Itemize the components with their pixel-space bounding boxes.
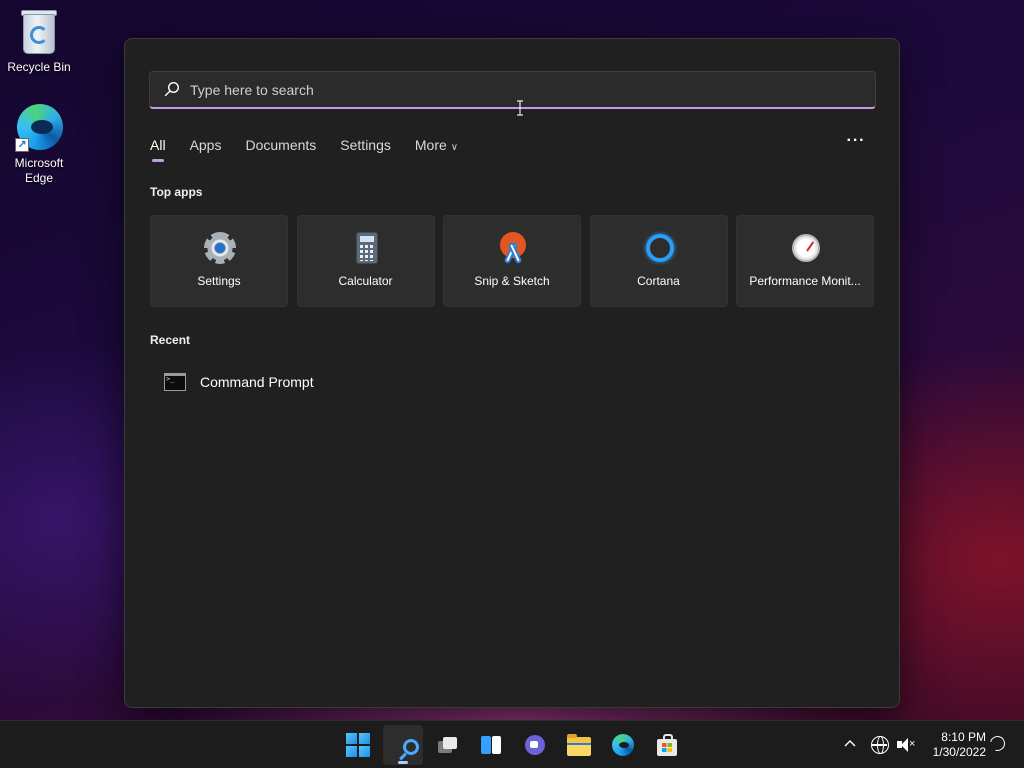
recent-list: Command Prompt: [150, 363, 877, 401]
tab-apps[interactable]: Apps: [190, 136, 222, 162]
app-tile-cortana[interactable]: Cortana: [589, 215, 728, 307]
recycle-bin-icon: [15, 8, 63, 56]
tab-label: All: [150, 137, 166, 153]
focus-assist-moon-icon[interactable]: [987, 733, 1008, 754]
desktop-icon-microsoft-edge[interactable]: ↗ Microsoft Edge: [1, 104, 77, 186]
tab-documents[interactable]: Documents: [245, 136, 316, 162]
search-icon: [164, 81, 180, 97]
search-box[interactable]: [149, 71, 876, 116]
taskbar-file-explorer-button[interactable]: [559, 725, 599, 765]
search-flyout: All Apps Documents Settings More∨ ··· To…: [124, 38, 900, 708]
teams-chat-icon: [523, 733, 547, 757]
app-tile-label: Settings: [197, 274, 241, 288]
edge-icon: [611, 733, 635, 757]
search-filter-tabs: All Apps Documents Settings More ∨: [150, 136, 482, 164]
tab-more[interactable]: More ∨: [415, 136, 458, 162]
command-prompt-icon: [164, 373, 186, 391]
desktop-icon-label: Recycle Bin: [7, 60, 71, 74]
top-apps-list: Settings Calculator Snip & Sketch Cortan…: [150, 215, 874, 307]
app-tile-label: Cortana: [637, 274, 680, 288]
app-tile-performance-monitor[interactable]: Performance Monit...: [736, 215, 874, 307]
taskbar-widgets-button[interactable]: [471, 725, 511, 765]
performance-monitor-icon: [790, 232, 822, 264]
calculator-icon: [351, 232, 383, 264]
tab-label: Documents: [245, 137, 317, 153]
recent-heading: Recent: [150, 333, 191, 347]
tab-all[interactable]: All: [150, 136, 166, 162]
recent-item-command-prompt[interactable]: Command Prompt: [150, 363, 877, 401]
taskbar-clock[interactable]: 8:10 PM 1/30/2022: [922, 730, 986, 760]
taskbar-search-button[interactable]: [383, 725, 423, 765]
volume-muted-icon[interactable]: ×: [897, 737, 915, 753]
taskbar: × 8:10 PM 1/30/2022: [0, 720, 1024, 768]
task-view-icon: [435, 733, 459, 757]
more-options-button[interactable]: ···: [845, 133, 867, 155]
text-cursor-icon: [517, 100, 523, 116]
tab-label: Settings: [340, 137, 391, 153]
clock-time: 8:10 PM: [941, 730, 986, 744]
taskbar-task-view-button[interactable]: [427, 725, 467, 765]
store-icon: [655, 733, 679, 757]
desktop-icon-recycle-bin[interactable]: Recycle Bin: [1, 8, 77, 75]
clock-date: 1/30/2022: [932, 745, 986, 759]
widgets-icon: [479, 733, 503, 757]
app-tile-snip-sketch[interactable]: Snip & Sketch: [443, 215, 581, 307]
shortcut-arrow-icon: ↗: [15, 138, 29, 152]
tab-settings[interactable]: Settings: [340, 136, 391, 162]
app-tile-label: Calculator: [338, 274, 393, 288]
app-tile-calculator[interactable]: Calculator: [296, 215, 435, 307]
network-globe-icon[interactable]: [871, 736, 889, 754]
taskbar-edge-button[interactable]: [603, 725, 643, 765]
search-input[interactable]: [190, 72, 860, 108]
cortana-icon: [644, 232, 676, 264]
search-icon: [391, 733, 419, 761]
taskbar-store-button[interactable]: [647, 725, 687, 765]
app-tile-settings[interactable]: Settings: [150, 215, 288, 307]
windows-start-icon: [346, 733, 370, 757]
edge-icon: ↗: [15, 104, 63, 152]
chevron-down-icon: ∨: [450, 142, 459, 153]
tab-label: More: [414, 137, 447, 153]
app-tile-label: Snip & Sketch: [474, 274, 550, 288]
show-hidden-icons-chevron-icon[interactable]: [844, 731, 856, 758]
snip-sketch-icon: [497, 232, 529, 265]
settings-gear-icon: [204, 232, 236, 264]
app-tile-label: Performance Monit...: [749, 274, 861, 288]
top-apps-heading: Top apps: [150, 185, 203, 199]
recent-item-label: Command Prompt: [200, 374, 314, 390]
folder-icon: [567, 733, 591, 757]
tab-label: Apps: [189, 137, 222, 153]
desktop-icon-label: Microsoft Edge: [14, 156, 64, 185]
taskbar-start-button[interactable]: [338, 725, 378, 765]
taskbar-chat-button[interactable]: [515, 725, 555, 765]
